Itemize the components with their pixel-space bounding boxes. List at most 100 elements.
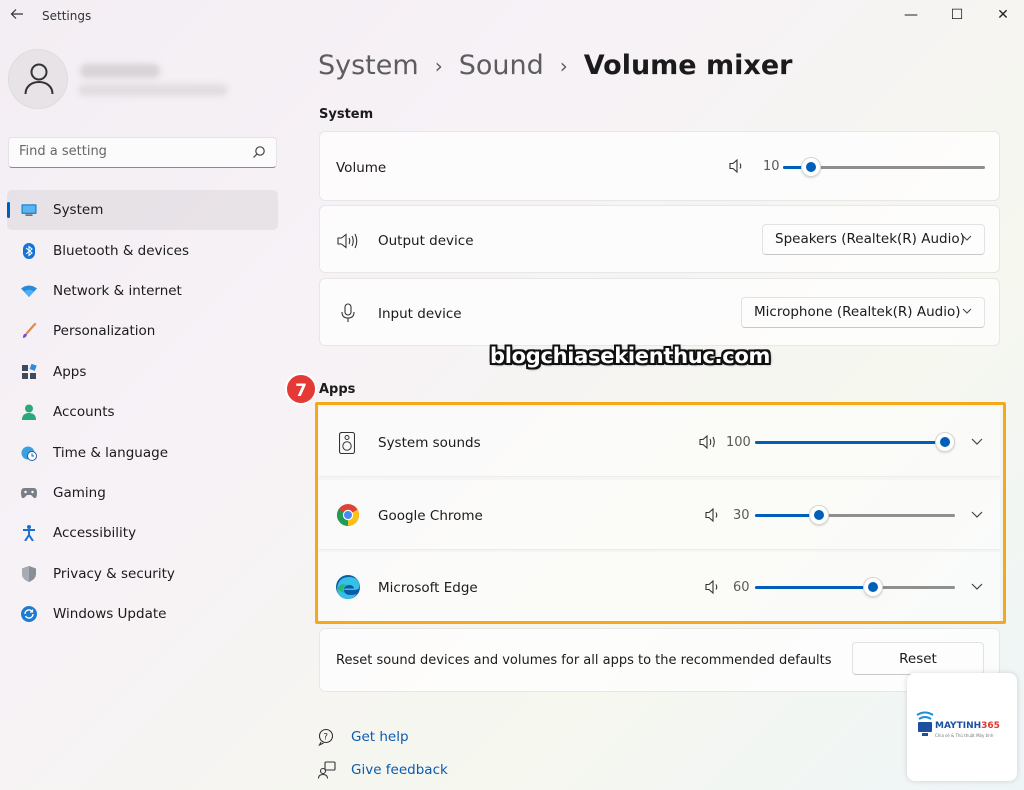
app-volume-slider[interactable] <box>755 432 955 452</box>
logo-brand: MAYTINH365 <box>935 721 1000 731</box>
corner-logo: MAYTINH365 Chia sẻ & Thủ thuật Máy tính <box>907 673 1017 781</box>
brush-icon <box>21 323 37 339</box>
section-title-apps: Apps <box>319 382 356 397</box>
slider-thumb[interactable] <box>863 577 883 597</box>
sidebar-item-label: Apps <box>53 363 87 380</box>
speaker-wave-icon <box>699 435 715 449</box>
app-title: Settings <box>42 9 92 23</box>
step-badge: 7 <box>285 373 317 405</box>
sidebar-nav: System Bluetooth & devices Network & int… <box>7 190 278 634</box>
app-row-google-chrome[interactable]: Google Chrome 30 <box>319 480 1000 550</box>
chevron-down-icon[interactable] <box>971 583 983 590</box>
reset-button[interactable]: Reset <box>852 642 984 675</box>
input-device-card: Input device Microphone (Realtek(R) Audi… <box>319 278 1000 346</box>
sidebar-item-network[interactable]: Network & internet <box>7 271 278 311</box>
output-device-dropdown[interactable]: Speakers (Realtek(R) Audio) <box>762 224 985 255</box>
sidebar-item-accessibility[interactable]: Accessibility <box>7 513 278 553</box>
sidebar-item-label: Gaming <box>53 484 106 501</box>
volume-value: 10 <box>763 159 780 174</box>
app-volume-slider[interactable] <box>755 505 955 525</box>
breadcrumb-sound[interactable]: Sound <box>459 50 544 81</box>
update-icon <box>21 606 37 623</box>
app-volume-value: 30 <box>733 508 750 523</box>
sidebar-item-windows-update[interactable]: Windows Update <box>7 594 278 634</box>
search-input[interactable] <box>19 144 239 159</box>
reset-description: Reset sound devices and volumes for all … <box>336 653 832 668</box>
user-email-redacted <box>78 84 228 96</box>
sidebar-item-time-language[interactable]: Time & language <box>7 432 278 472</box>
accessibility-icon <box>21 525 37 542</box>
user-name-redacted <box>80 64 160 78</box>
slider-fill <box>755 586 873 589</box>
chevron-down-icon <box>962 308 972 314</box>
breadcrumb-separator: › <box>559 53 568 78</box>
section-title-system: System <box>319 107 374 122</box>
app-row-microsoft-edge[interactable]: Microsoft Edge 60 <box>319 552 1000 622</box>
sidebar-item-accounts[interactable]: Accounts <box>7 392 278 432</box>
chevron-down-icon[interactable] <box>971 438 983 445</box>
search-icon[interactable] <box>252 145 266 159</box>
volume-label: Volume <box>336 160 387 176</box>
system-icon <box>21 202 37 218</box>
output-device-label: Output device <box>378 233 474 249</box>
slider-thumb[interactable] <box>801 157 822 177</box>
sidebar-item-label: System <box>53 202 104 219</box>
shield-icon <box>21 565 37 582</box>
slider-thumb[interactable] <box>935 432 955 452</box>
help-chat-icon: ? <box>318 728 334 746</box>
sidebar-item-personalization[interactable]: Personalization <box>7 311 278 351</box>
close-button[interactable]: ✕ <box>980 0 1024 32</box>
sidebar-item-gaming[interactable]: Gaming <box>7 473 278 513</box>
breadcrumb-system[interactable]: System <box>318 50 419 81</box>
breadcrumb: System › Sound › Volume mixer <box>318 50 792 81</box>
logo-tagline: Chia sẻ & Thủ thuật Máy tính <box>935 733 994 738</box>
app-name: Microsoft Edge <box>378 580 478 596</box>
get-help-row[interactable]: ? Get help <box>318 728 409 746</box>
breadcrumb-separator: › <box>434 53 443 78</box>
app-volume-slider[interactable] <box>755 577 955 597</box>
maximize-button[interactable]: ☐ <box>934 0 980 32</box>
minimize-button[interactable]: — <box>888 0 934 32</box>
input-device-selected: Microphone (Realtek(R) Audio) <box>754 304 961 320</box>
speaker-box-icon <box>339 432 355 454</box>
get-help-link[interactable]: Get help <box>351 729 409 745</box>
app-row-system-sounds[interactable]: System sounds 100 <box>319 407 1000 477</box>
input-device-dropdown[interactable]: Microphone (Realtek(R) Audio) <box>741 297 985 328</box>
title-bar: Settings — ☐ ✕ <box>0 0 1024 34</box>
globe-clock-icon <box>21 445 37 461</box>
give-feedback-link[interactable]: Give feedback <box>351 762 448 778</box>
back-button[interactable] <box>6 5 28 27</box>
avatar[interactable] <box>8 49 68 109</box>
chevron-down-icon[interactable] <box>971 511 983 518</box>
microphone-icon <box>341 303 355 322</box>
bluetooth-icon <box>21 242 37 259</box>
volume-card: Volume 10 <box>319 131 1000 201</box>
gamepad-icon <box>21 485 37 501</box>
sidebar-item-label: Time & language <box>53 444 169 461</box>
app-name: Google Chrome <box>378 508 483 524</box>
slider-thumb[interactable] <box>809 505 829 525</box>
sidebar-item-label: Accounts <box>53 404 115 421</box>
speaker-icon <box>705 580 718 594</box>
edge-icon <box>336 575 360 599</box>
sidebar-item-label: Network & internet <box>53 282 182 299</box>
sidebar-item-privacy[interactable]: Privacy & security <box>7 554 278 594</box>
give-feedback-row[interactable]: Give feedback <box>318 761 448 779</box>
speaker-icon <box>705 508 718 522</box>
sidebar-item-system[interactable]: System <box>7 190 278 231</box>
sidebar-item-apps[interactable]: Apps <box>7 352 278 392</box>
app-volume-value: 100 <box>726 435 751 450</box>
person-icon <box>24 63 54 95</box>
output-device-card: Output device Speakers (Realtek(R) Audio… <box>319 205 1000 273</box>
search-box[interactable] <box>8 137 277 168</box>
wifi-icon <box>21 283 37 299</box>
chrome-icon <box>337 504 359 526</box>
sidebar-item-bluetooth[interactable]: Bluetooth & devices <box>7 230 278 270</box>
logo-mark-icon <box>916 711 934 736</box>
person-icon <box>21 404 37 421</box>
speaker-wave-icon <box>337 233 358 249</box>
sidebar-item-label: Privacy & security <box>53 565 175 582</box>
sidebar-item-label: Windows Update <box>53 606 167 623</box>
svg-text:?: ? <box>323 733 328 743</box>
volume-slider[interactable] <box>783 157 985 177</box>
